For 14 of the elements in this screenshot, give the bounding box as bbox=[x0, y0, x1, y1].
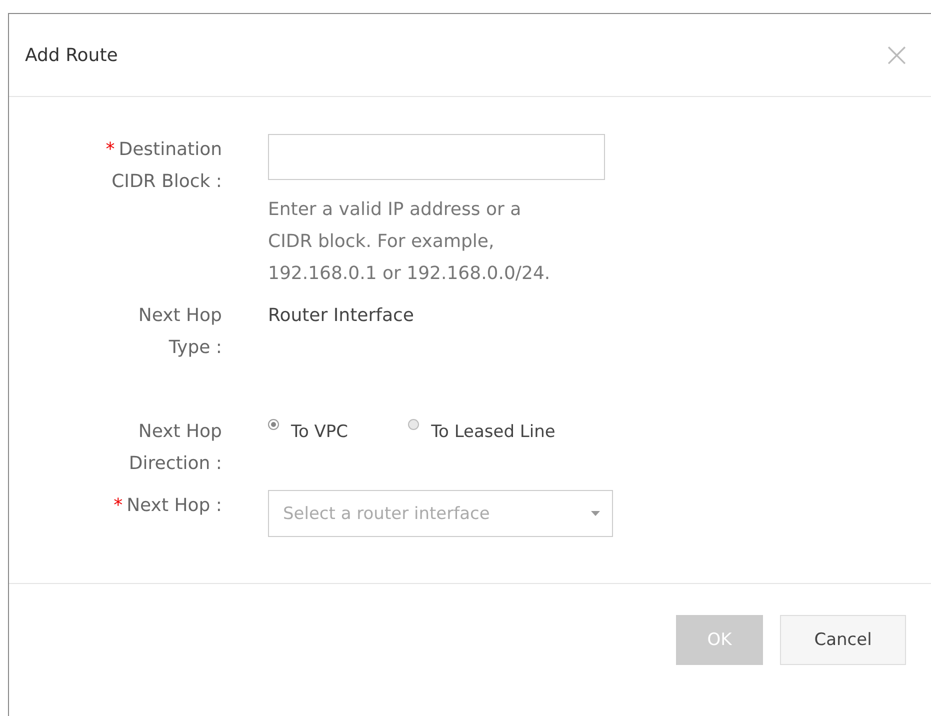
radio-option[interactable]: To VPC bbox=[268, 416, 348, 448]
field-value: Router Interface bbox=[268, 304, 414, 328]
input-field[interactable] bbox=[268, 134, 605, 180]
radio-option[interactable]: To Leased Line bbox=[408, 416, 556, 448]
field-label: Next Hop Type : bbox=[137, 304, 222, 360]
field-label: * Next Hop : bbox=[112, 494, 222, 518]
field-label: * Destination CIDR Block : bbox=[104, 138, 222, 194]
field-label: Next Hop Direction : bbox=[128, 420, 222, 476]
cancel-button[interactable]: Cancel bbox=[780, 615, 906, 665]
required-mark: * bbox=[106, 139, 115, 160]
caret-icon bbox=[591, 511, 600, 516]
dialog-title: Add Route bbox=[25, 44, 118, 66]
required-mark: * bbox=[114, 495, 123, 516]
help-text: Enter a valid IP address or a CIDR block. For example, 192.168.0.1 or 192.168.0.0/24. bbox=[268, 198, 552, 286]
